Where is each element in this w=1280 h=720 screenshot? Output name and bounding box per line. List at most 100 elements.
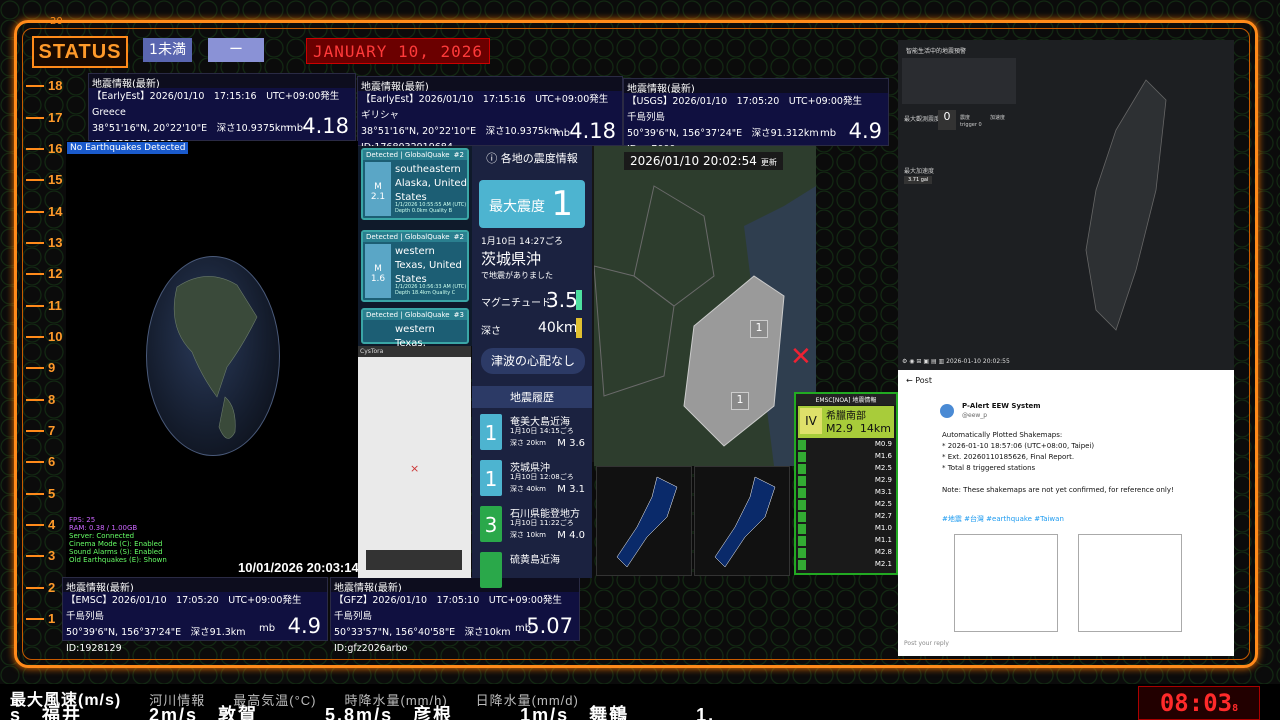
x-author[interactable]: P-Alert EEW System [962,402,1041,410]
date-banner: JANUARY 10, 2026 [306,38,490,64]
nied-map-thumb-1[interactable] [596,466,692,576]
history-item[interactable]: 3 石川県能登地方 1月10日 11:22ごろ 深さ 10km M 4.0 [477,504,589,552]
ruler-number: 18 [48,78,63,93]
depth-label: 深さ [481,326,501,337]
small-map[interactable]: CysTora × [358,346,471,578]
ruler-number: 6 [48,454,56,469]
tw-max-acc-label: 最大加速度 [904,168,935,175]
eq-source-line: 【EarlyEst】2026/01/10 17:15:16 UTC+09:00発… [92,91,340,102]
history-time: 1月10日 11:22ごろ [510,519,574,527]
ruler-tick [26,524,44,526]
emsc-row[interactable]: M1.1 [798,536,894,547]
intensity-marker: 1 [750,320,768,338]
quake-card[interactable]: Detected | GlobalQuake #3 western Texas, [361,308,469,349]
ruler-number: 16 [48,141,63,156]
emsc-row[interactable]: M1.6 [798,452,894,463]
magnitude-bar [576,290,582,310]
emsc-row[interactable]: M2.7 [798,512,894,523]
emsc-row[interactable]: M2.9 [798,476,894,487]
eq-panel-emsc: 地震情報(最新) 【EMSC】2026/01/10 17:05:20 UTC+0… [62,577,328,654]
ruler-number: 1 [48,611,56,626]
eq-panel-earlyest-en: 地震情報(最新) 【EarlyEst】2026/01/10 17:15:16 U… [88,73,356,150]
history-item[interactable]: 硫黄島近海 [477,550,589,598]
globe-continents [173,276,258,439]
epicenter-icon: × [410,462,420,475]
nied-map-thumb-2[interactable] [694,466,790,576]
weather-ticker: 最大風速(m/s) 河川情報 最高気温(°C) 時降水量(mm/h) 日降水量(mm/d… [0,684,1280,720]
ruler-number: 8 [48,392,56,407]
kanto-map[interactable] [594,146,816,466]
ruler-tick [26,430,44,432]
x-body-line [942,474,1174,485]
ruler-number: 11 [48,298,62,313]
eq-id: ID:gfz2026arbo [334,643,408,654]
taiwan-map[interactable] [1046,70,1186,340]
ruler-tick [26,85,44,87]
x-body-line: Automatically Plotted Shakemaps: [942,431,1063,439]
top-number: 20 [50,16,63,27]
eq-region: 千島列島 [627,112,666,123]
x-body-line: * 2026-01-10 18:57:06 (UTC+08:00, Taipei… [942,442,1095,450]
ruler-number: 10 [48,329,63,344]
eq-head: 地震情報(最新) [92,79,160,90]
x-body: Automatically Plotted Shakemaps: * 2026-0… [942,430,1174,496]
intensity-chip: 1未満 [143,38,192,62]
history-mag: M 3.1 [557,484,585,495]
history-time: 1月10日 12:08ごろ [510,473,574,481]
x-tags[interactable]: #地震 #台灣 #earthquake #Taiwan [942,514,1064,524]
ruler-number: 12 [48,266,63,281]
ruler-tick [26,461,44,463]
history-place: 硫黄島近海 [510,555,560,566]
ruler-tick [26,336,44,338]
history-depth: 深さ 10km [510,531,547,539]
shakemap-image-1[interactable] [954,534,1058,632]
status-label: STATUS [32,36,128,68]
small-map-legend [366,550,462,570]
avatar[interactable] [940,404,954,418]
emsc-row[interactable]: M3.1 [798,488,894,499]
max-intensity-value: 1 [551,184,573,224]
back-arrow-icon[interactable]: ← [906,376,913,385]
ruler-tick [26,117,44,119]
x-post-panel: ← Post P-Alert EEW System @eew_p Automat… [898,370,1234,656]
emsc-row[interactable]: M2.5 [798,464,894,475]
quake-card-detail: 1/1/2026 10:56:33 AM (UTC) Depth 18.4km … [395,284,467,296]
eq-source-line: 【USGS】2026/01/10 17:05:20 UTC+09:00発生 [627,96,862,107]
eq-mb: mb [554,128,571,139]
ram-line: RAM: 0.38 / 1.00GB [69,524,138,532]
emsc-row[interactable]: M2.8 [798,548,894,559]
earth-globe[interactable] [146,256,280,456]
emsc-row[interactable]: M2.5 [798,500,894,511]
history-mag: M 3.6 [557,438,585,449]
history-intensity: 1 [480,414,502,450]
ticker-values: s 福井 2m/s 敦賀 5.8m/s 彦根 1m/s 舞鶴 1. [10,705,716,720]
depth-value: 40km [538,320,578,336]
ruler-tick [26,273,44,275]
eq-mb: mb [820,128,837,139]
tw-trigger: trigger 0 [960,122,982,128]
emsc-row[interactable]: M1.0 [798,524,894,535]
depth-bar [576,318,582,338]
ruler-tick [26,305,44,307]
ruler-number: 5 [48,486,56,501]
eq-coords: 50°39'6"N, 156°37'24"E 深さ91.312km [627,128,819,139]
history-item[interactable]: 1 奄美大島近海 1月10日 14:15ごろ 深さ 20km M 3.6 [477,412,589,460]
eq-head: 地震情報(最新) [627,84,695,95]
reply-input[interactable]: Post your reply [904,640,949,647]
emsc-row[interactable]: M0.9 [798,440,894,451]
magnitude-label: マグニチュード [481,298,551,309]
quake-card[interactable]: Detected | GlobalQuake #2 M 2.1 southeast… [361,148,469,220]
history-item[interactable]: 1 茨城県沖 1月10日 12:08ごろ 深さ 40km M 3.1 [477,458,589,506]
emsc-row[interactable]: M2.1 [798,560,894,571]
quake-card[interactable]: Detected | GlobalQuake #2 M 1.6 western T… [361,230,469,302]
tw-title: 智能生活中的地震預警 [906,48,967,55]
history-depth: 深さ 20km [510,439,547,447]
quake-card-head: Detected | GlobalQuake #2 [363,232,467,242]
tw-footer: ⚙ ◉ ⊞ ▣ ▤ ▥ 2026-01-10 20:02:55 [902,358,1010,365]
shakemap-image-2[interactable] [1078,534,1182,632]
max-intensity-label: 最大震度 [489,199,545,215]
epicenter-icon: ✕ [790,342,812,372]
eq-panel-usgs: 地震情報(最新) 【USGS】2026/01/10 17:05:20 UTC+0… [623,78,889,155]
globe-info: FPS: 25 RAM: 0.38 / 1.00GB Server: Conne… [69,516,167,564]
quake-card-column: Detected | GlobalQuake #2 M 2.1 southeast… [358,146,472,349]
